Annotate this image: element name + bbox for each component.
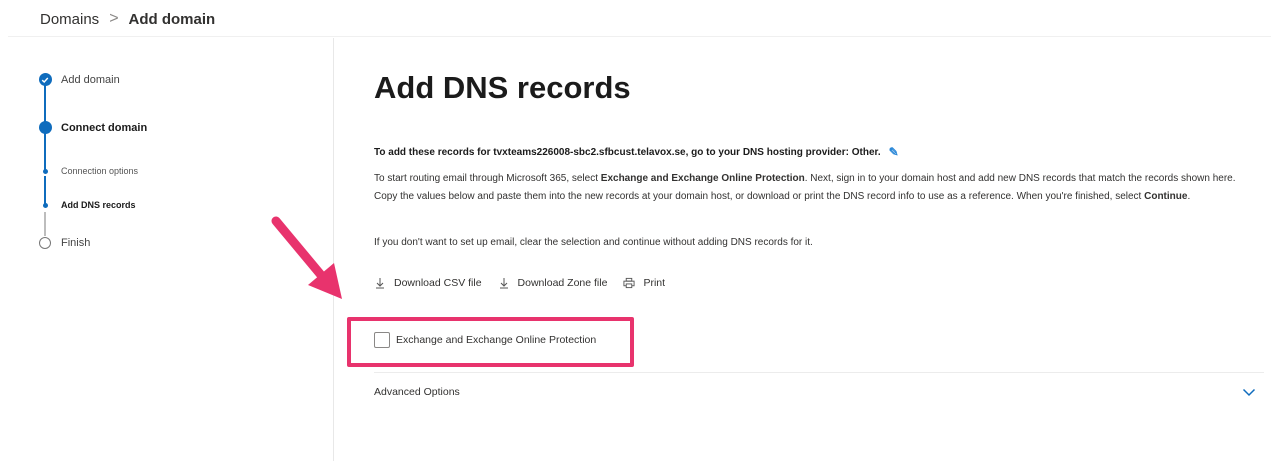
exchange-checkbox[interactable] <box>374 332 390 348</box>
download-toolbar: Download CSV file Download Zone file Pri… <box>374 277 681 289</box>
header-divider <box>8 36 1271 37</box>
step-label: Add DNS records <box>61 200 136 210</box>
pending-step-dot <box>39 237 51 249</box>
step-connection-options: Connection options <box>36 166 138 176</box>
step-label: Finish <box>61 237 91 249</box>
section-divider <box>374 372 1264 373</box>
print-button[interactable]: Print <box>623 277 665 289</box>
lead-text: To add these records for tvxteams226008-… <box>374 146 881 158</box>
advanced-options-label: Advanced Options <box>374 386 460 398</box>
page-title: Add DNS records <box>374 70 631 105</box>
check-icon <box>38 73 52 86</box>
advanced-options-toggle[interactable]: Advanced Options <box>374 380 1264 404</box>
print-label: Print <box>643 277 666 289</box>
step-finish: Finish <box>36 237 90 249</box>
download-csv-button[interactable]: Download CSV file <box>374 277 482 289</box>
edit-pencil-icon[interactable]: ✎ <box>889 145 899 159</box>
breadcrumb-separator: > <box>109 10 119 27</box>
download-icon <box>498 277 510 289</box>
intro-emphasis: Exchange and Exchange Online Protection <box>600 173 805 184</box>
step-add-dns-records: Add DNS records <box>36 200 136 210</box>
step-add-domain: Add domain <box>36 73 120 86</box>
breadcrumb: Domains > Add domain <box>40 10 215 28</box>
download-csv-label: Download CSV file <box>394 277 482 289</box>
dns-provider-instruction: To add these records for tvxteams226008-… <box>374 145 899 159</box>
arrow-annotation-icon <box>271 216 342 299</box>
breadcrumb-domains-link[interactable]: Domains <box>40 11 99 28</box>
step-label: Connection options <box>61 166 139 176</box>
download-zone-button[interactable]: Download Zone file <box>498 277 608 289</box>
download-zone-label: Download Zone file <box>517 277 608 289</box>
substep-dot <box>42 168 48 174</box>
breadcrumb-current: Add domain <box>128 10 216 28</box>
exchange-checkbox-label: Exchange and Exchange Online Protection <box>396 334 597 346</box>
stepper-line <box>44 212 46 236</box>
exchange-checkbox-row[interactable]: Exchange and Exchange Online Protection <box>374 332 596 348</box>
intro-emphasis: Continue <box>1144 191 1188 202</box>
step-connect-domain: Connect domain <box>36 121 147 134</box>
step-label: Add domain <box>61 73 120 86</box>
intro-text: . <box>1187 191 1191 202</box>
intro-text: To start routing email through Microsoft… <box>374 173 601 184</box>
step-label: Connect domain <box>61 121 148 134</box>
substep-dot <box>42 202 48 208</box>
print-icon <box>623 277 635 289</box>
current-step-dot <box>38 121 52 134</box>
skip-email-note: If you don't want to set up email, clear… <box>374 237 813 248</box>
chevron-down-icon <box>1242 384 1256 400</box>
intro-paragraph: To start routing email through Microsoft… <box>374 170 1259 206</box>
download-icon <box>374 277 386 289</box>
